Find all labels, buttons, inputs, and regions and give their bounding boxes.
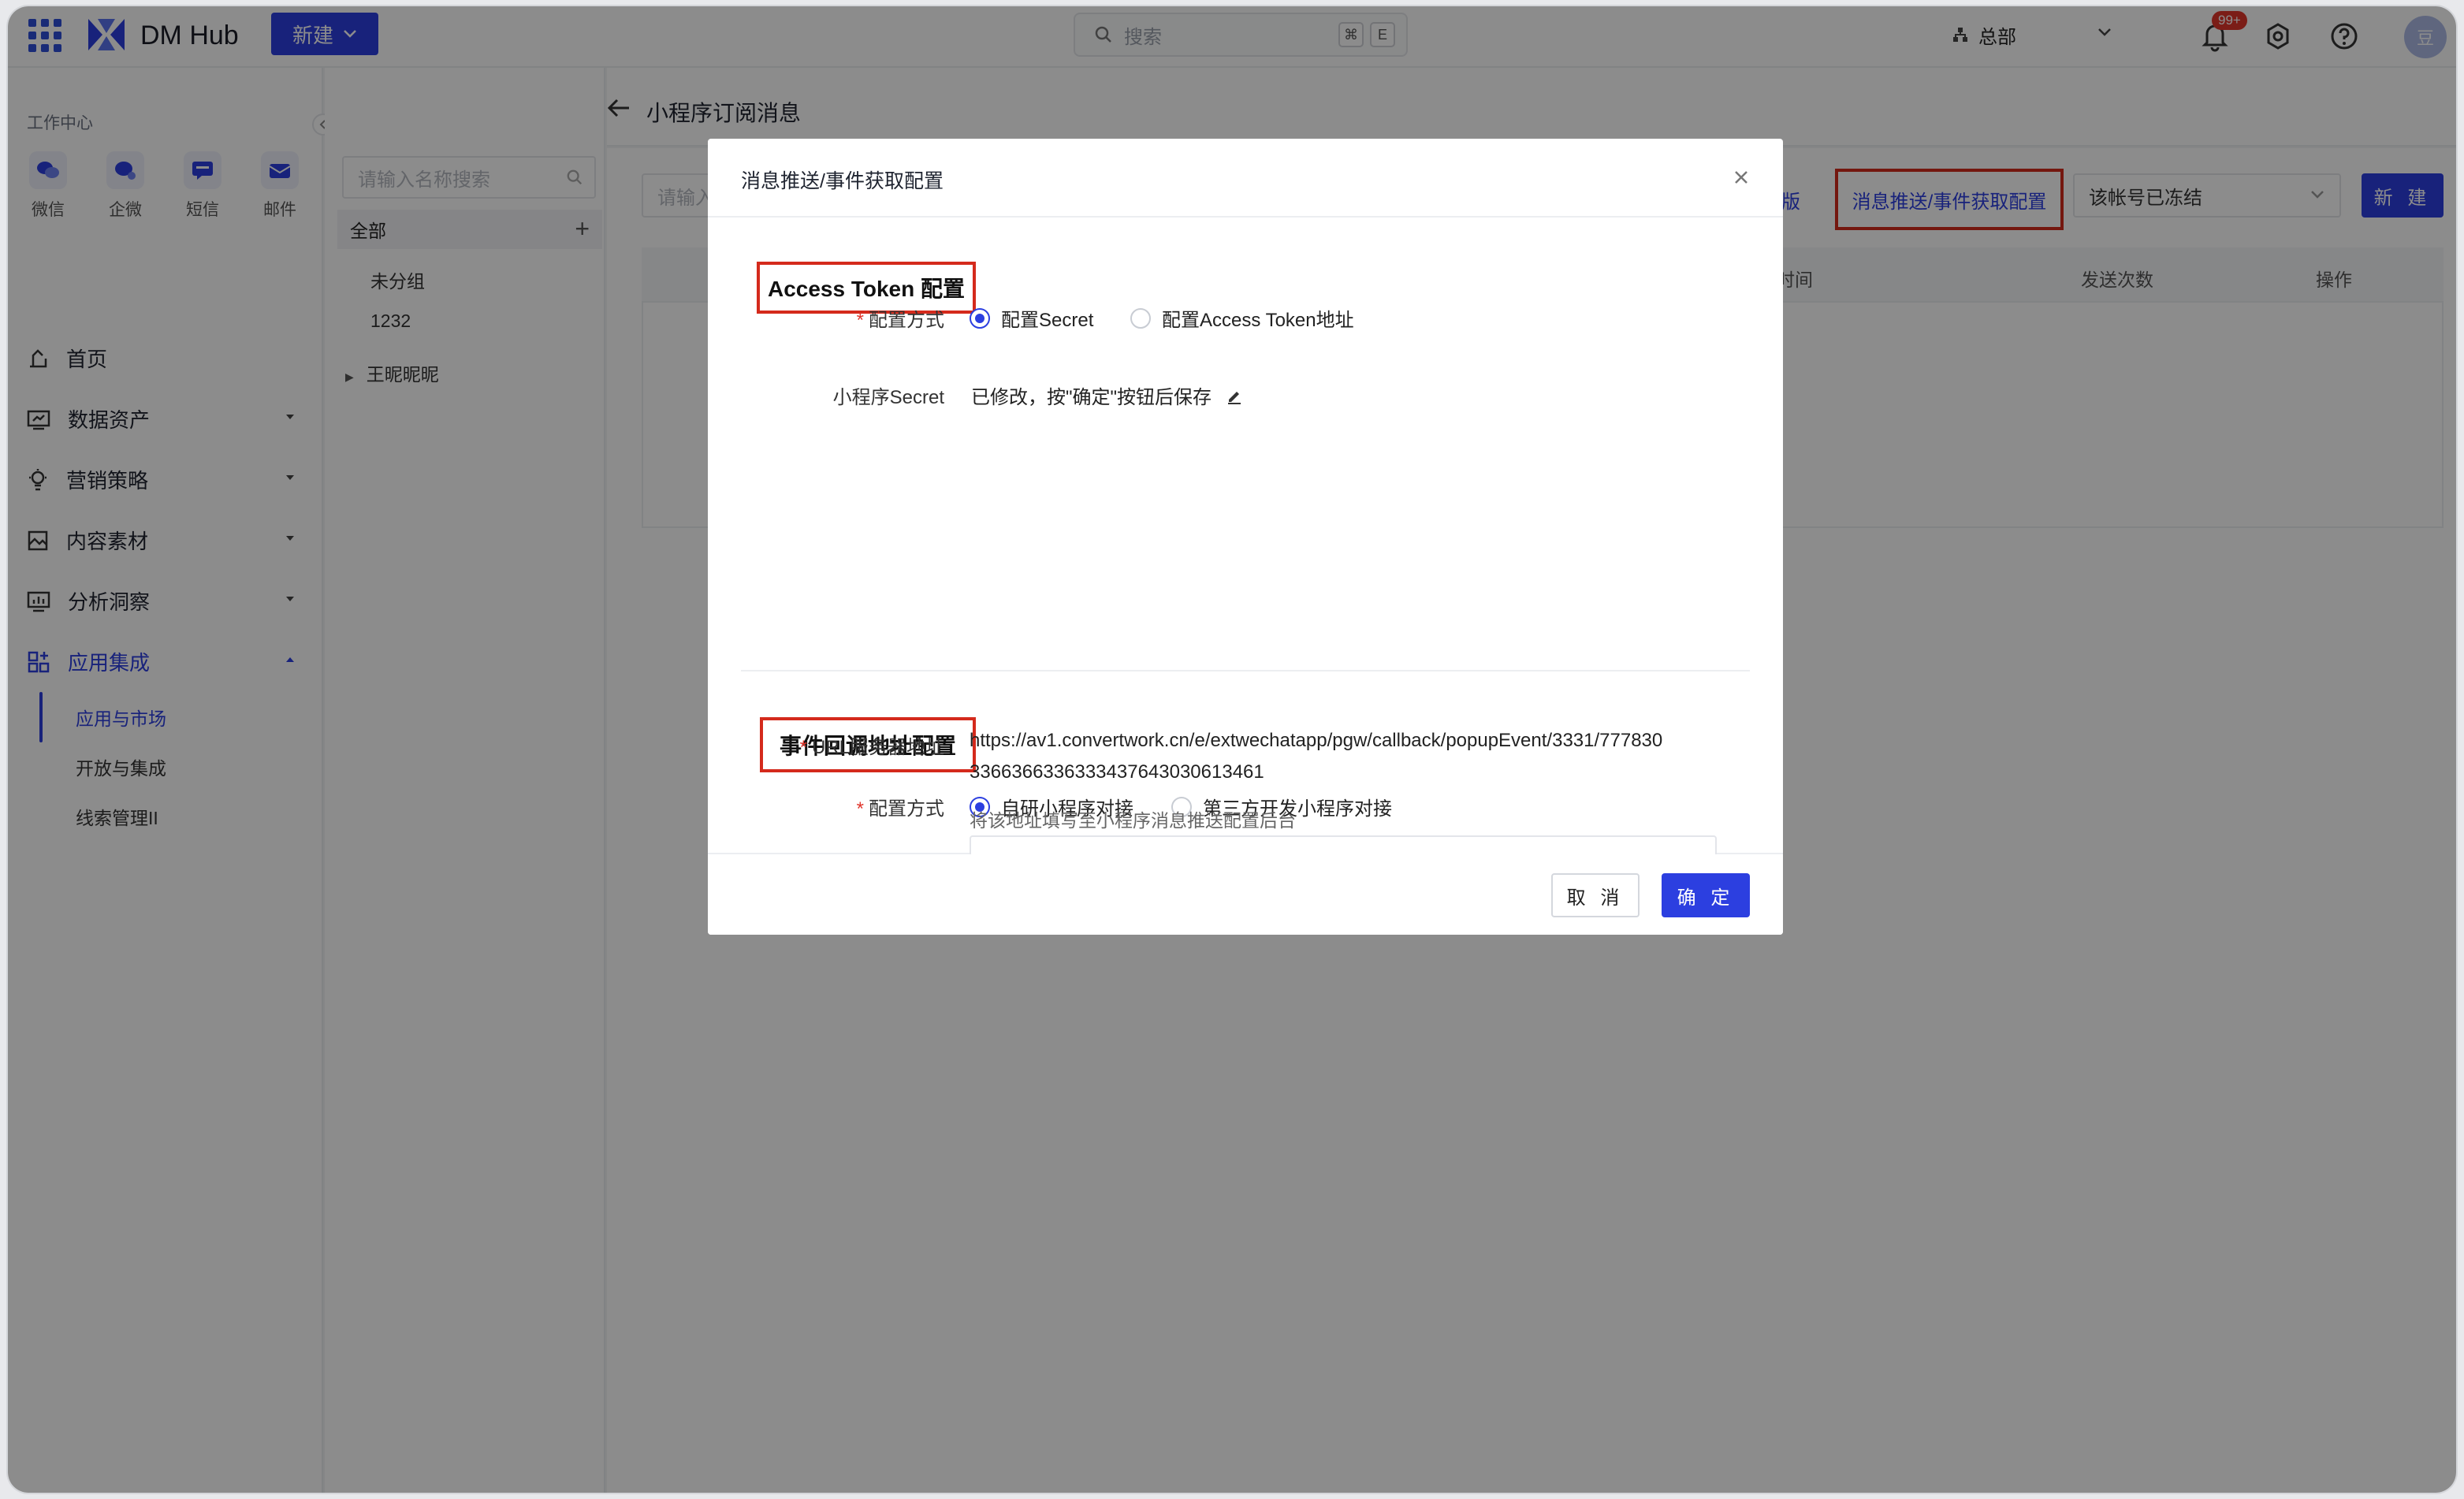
radio-config-secret[interactable]: 配置Secret [970, 304, 1093, 332]
confirm-button[interactable]: 确 定 [1662, 873, 1750, 917]
cancel-button[interactable]: 取 消 [1551, 873, 1640, 917]
required-mark: * [799, 737, 807, 758]
config-mode-label: * 配置方式 [708, 304, 944, 332]
section-divider [741, 670, 1750, 671]
radio-checked-icon [970, 307, 990, 329]
required-mark: * [856, 310, 864, 331]
app-window: DM Hub 新建 搜索 ⌘ E 总部 99+ 豆 工作中心 微信 企微 短信 … [8, 6, 2456, 1493]
close-icon[interactable] [1729, 166, 1753, 189]
radio-unchecked-icon [1130, 307, 1151, 329]
url-section: * URL服务器地址 https://av1.convertwork.cn/e/e… [708, 720, 1783, 854]
config-mode-text: 配置方式 [869, 310, 944, 331]
secret-value: 已修改，按"确定"按钮后保存 [971, 387, 1212, 408]
modal-header: 消息推送/事件获取配置 [708, 139, 1783, 218]
radio-label: 配置Access Token地址 [1162, 310, 1354, 331]
secret-label: 小程序Secret [832, 387, 944, 408]
url-line-1: https://av1.convertwork.cn/e/extwechatap… [970, 730, 1663, 751]
modal-title: 消息推送/事件获取配置 [741, 170, 944, 192]
url-label: * URL服务器地址 [708, 731, 944, 759]
token-input-partial[interactable] [970, 835, 1717, 854]
url-line-2: 3366366336333437643030613461 [970, 761, 1264, 783]
edit-pencil-icon[interactable] [1226, 387, 1243, 404]
modal-footer: 取 消 确 定 [708, 853, 1783, 935]
url-value: https://av1.convertwork.cn/e/extwechatap… [970, 725, 1726, 788]
url-hint: 将该地址填写至小程序消息推送配置后台 [970, 810, 1296, 831]
radio-config-token-url[interactable]: 配置Access Token地址 [1130, 304, 1354, 332]
url-label-text: URL服务器地址 [811, 737, 944, 758]
radio-label: 配置Secret [1001, 310, 1094, 331]
secret-value-row: 已修改，按"确定"按钮后保存 [971, 381, 1243, 409]
